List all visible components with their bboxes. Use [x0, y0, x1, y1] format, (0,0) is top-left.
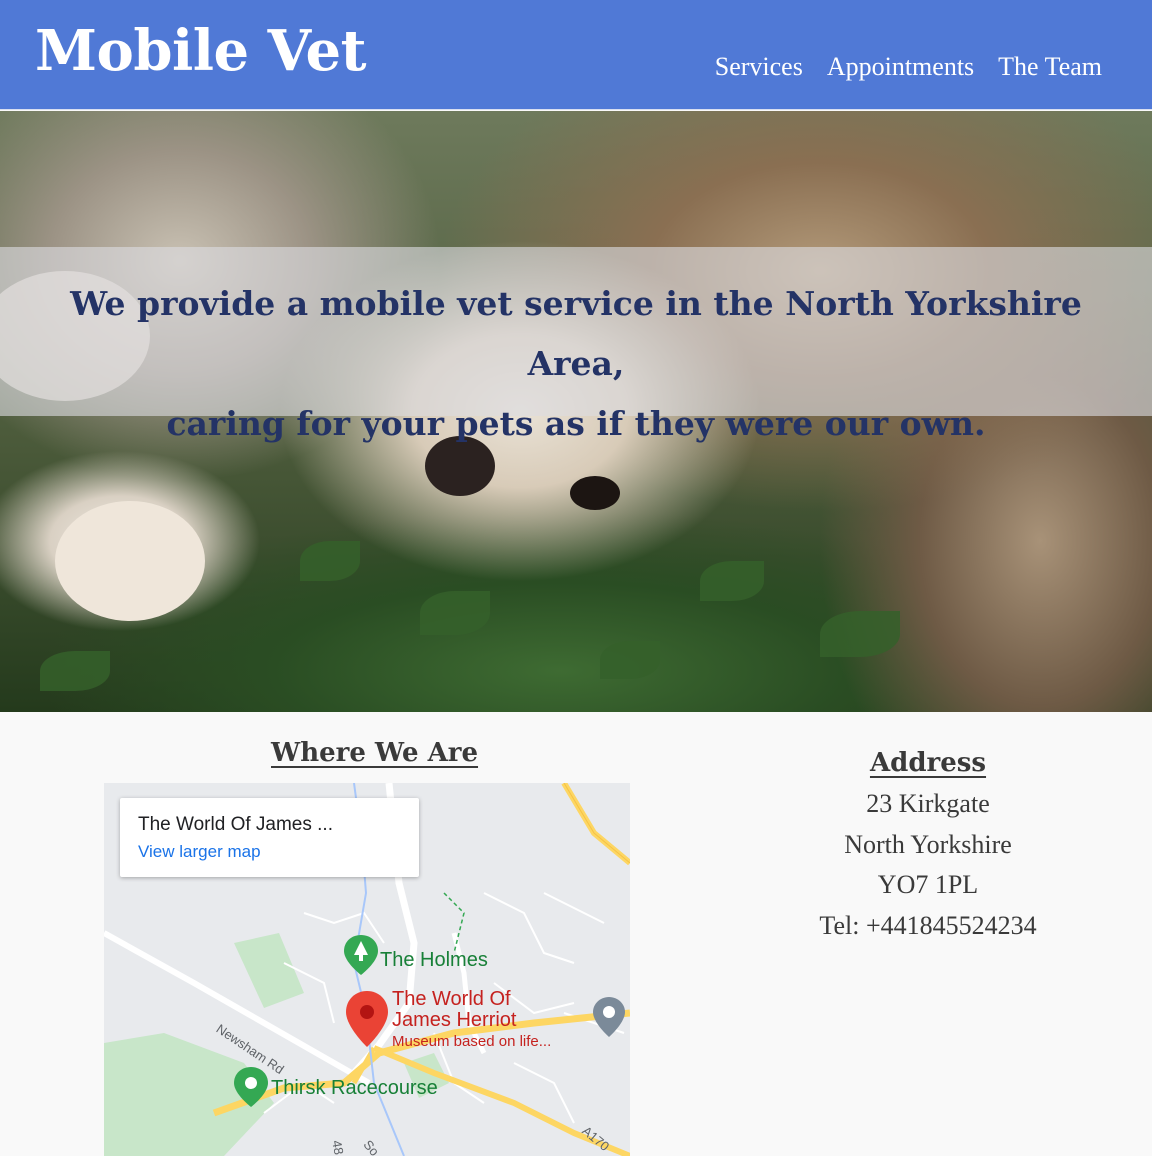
tree-pin-icon[interactable]: [344, 935, 378, 975]
map-info-card: The World Of James ... View larger map: [120, 798, 419, 877]
address-phone: Tel: +441845524234: [819, 910, 1037, 940]
map-label-holmes: The Holmes: [380, 949, 488, 971]
nav-services[interactable]: Services: [715, 52, 803, 82]
info-section: Where We Are The Holmes The World Of Jam…: [0, 712, 1152, 1156]
main-nav: Services Appointments The Team: [715, 52, 1102, 82]
map-card-title: The World Of James ...: [138, 814, 333, 835]
museum-name-line-1: The World Of: [392, 988, 511, 1010]
address-block: Address 23 Kirkgate North Yorkshire YO7 …: [700, 748, 1152, 946]
leaf-shape: [820, 611, 900, 657]
address-street: 23 Kirkgate: [866, 789, 990, 818]
hero-image: We provide a mobile vet service in the N…: [0, 111, 1152, 712]
site-logo[interactable]: Mobile Vet: [35, 18, 366, 84]
site-header: Mobile Vet Services Appointments The Tea…: [0, 0, 1152, 110]
map-label-museum-desc: Museum based on life...: [392, 1033, 552, 1050]
leaf-shape: [420, 591, 490, 635]
address-postcode: YO7 1PL: [877, 870, 979, 899]
hero-tagline: We provide a mobile vet service in the N…: [0, 274, 1152, 454]
nav-appointments[interactable]: Appointments: [827, 52, 974, 82]
pet-paw-shape: [55, 501, 205, 621]
leaf-shape: [40, 651, 110, 691]
map-label-racecourse: Thirsk Racecourse: [271, 1077, 438, 1099]
map-label-road-48: 48: [329, 1139, 347, 1156]
map-pin-icon[interactable]: [346, 991, 388, 1047]
dog-eye-shape: [570, 476, 620, 510]
racecourse-pin-icon[interactable]: [234, 1067, 268, 1107]
tagline-line-1: We provide a mobile vet service in the N…: [70, 284, 1082, 383]
museum-name-line-2: James Herriot: [392, 1009, 517, 1031]
tagline-line-2: caring for your pets as if they were our…: [166, 404, 986, 443]
leaf-shape: [300, 541, 360, 581]
embedded-map[interactable]: The Holmes The World Of James Herriot Mu…: [104, 783, 630, 1156]
where-we-are-heading: Where We Are: [271, 738, 479, 768]
address-heading: Address: [869, 748, 987, 778]
leaf-shape: [600, 641, 660, 679]
view-larger-map-link[interactable]: View larger map: [138, 842, 261, 862]
leaf-shape: [700, 561, 764, 601]
map-label-museum: The World Of James Herriot: [392, 989, 516, 1031]
nav-the-team[interactable]: The Team: [998, 52, 1102, 82]
address-county: North Yorkshire: [844, 829, 1012, 859]
location-pin-icon[interactable]: [593, 997, 625, 1037]
